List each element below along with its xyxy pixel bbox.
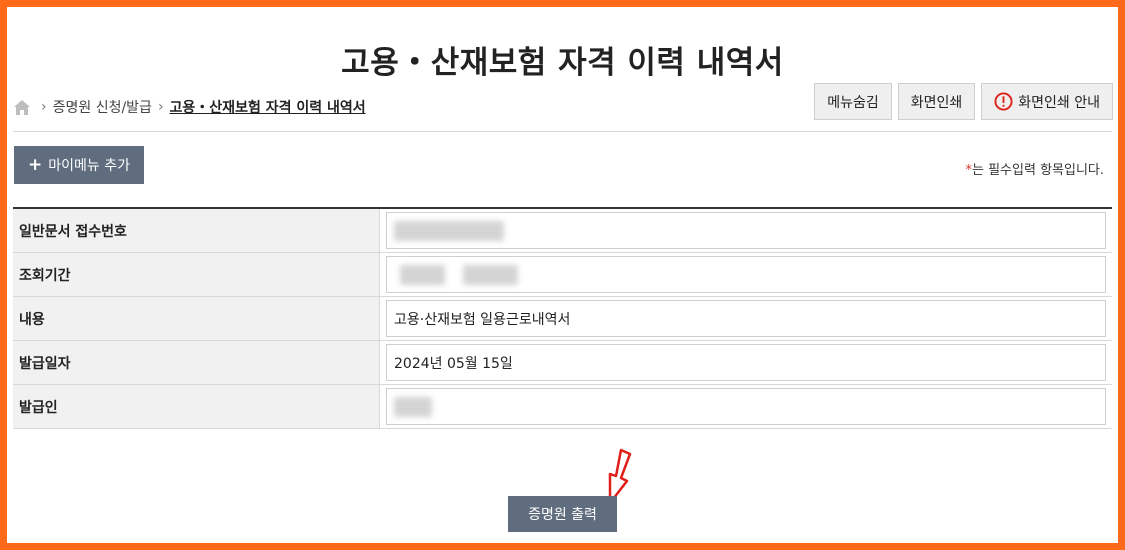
page-frame: 고용・산재보험 자격 이력 내역서 › 증명원 신청/발급 › 고용・산재보험 … [7, 7, 1118, 543]
print-screen-button[interactable]: 화면인쇄 [897, 83, 976, 120]
hide-menu-label: 메뉴숨김 [827, 94, 879, 111]
print-screen-label: 화면인쇄 [910, 94, 963, 111]
info-table: 일반문서 접수번호 조회기간 내용 고용·산재보험 일용근로내역서 발급일자 2… [13, 207, 1112, 429]
table-row: 일반문서 접수번호 [13, 209, 1112, 253]
required-note: *는 필수입력 항목입니다. [966, 159, 1105, 178]
row-label: 조회기간 [13, 253, 380, 296]
row-label: 발급일자 [13, 341, 380, 384]
breadcrumb-separator-icon: › [157, 99, 164, 115]
issue-date-field[interactable]: 2024년 05월 15일 [386, 344, 1106, 381]
print-certificate-button[interactable]: 증명원 출력 [508, 496, 617, 532]
issuer-field[interactable] [386, 388, 1106, 425]
redacted-value [463, 264, 518, 285]
table-row: 발급일자 2024년 05월 15일 [13, 341, 1112, 385]
breadcrumb-current[interactable]: 고용・산재보험 자격 이력 내역서 [170, 97, 366, 117]
row-value [380, 253, 1112, 296]
table-row: 조회기간 [13, 253, 1112, 297]
redacted-value [394, 396, 432, 417]
row-label: 내용 [13, 297, 380, 340]
print-guide-button[interactable]: 화면인쇄 안내 [981, 83, 1113, 120]
home-icon[interactable] [13, 99, 31, 116]
redacted-value [400, 264, 445, 285]
content-field[interactable]: 고용·산재보험 일용근로내역서 [386, 300, 1106, 337]
add-mymenu-label: 마이메뉴 추가 [48, 158, 130, 174]
divider [13, 131, 1112, 132]
redacted-value [394, 220, 504, 241]
table-row: 발급인 [13, 385, 1112, 429]
print-guide-label: 화면인쇄 안내 [1018, 94, 1100, 111]
required-note-text: 는 필수입력 항목입니다. [972, 163, 1104, 178]
breadcrumb: › 증명원 신청/발급 › 고용・산재보험 자격 이력 내역서 [13, 96, 366, 118]
add-mymenu-button[interactable]: + 마이메뉴 추가 [14, 146, 144, 184]
breadcrumb-separator-icon: › [41, 99, 47, 115]
receipt-number-field[interactable] [386, 212, 1106, 249]
row-value: 2024년 05월 15일 [380, 341, 1112, 384]
alert-icon [994, 92, 1013, 111]
row-value [380, 209, 1112, 252]
row-value [380, 385, 1112, 428]
page-title: 고용・산재보험 자격 이력 내역서 [341, 45, 784, 81]
period-field[interactable] [386, 256, 1106, 293]
table-row: 내용 고용·산재보험 일용근로내역서 [13, 297, 1112, 341]
plus-icon: + [28, 155, 43, 175]
hide-menu-button[interactable]: 메뉴숨김 [814, 83, 892, 120]
row-value: 고용·산재보험 일용근로내역서 [380, 297, 1112, 340]
breadcrumb-item-certificate[interactable]: 증명원 신청/발급 [53, 97, 152, 117]
top-button-group: 메뉴숨김 화면인쇄 화면인쇄 안내 [814, 83, 1113, 120]
print-certificate-label: 증명원 출력 [528, 507, 597, 523]
row-label: 발급인 [13, 385, 380, 428]
row-label: 일반문서 접수번호 [13, 209, 380, 252]
